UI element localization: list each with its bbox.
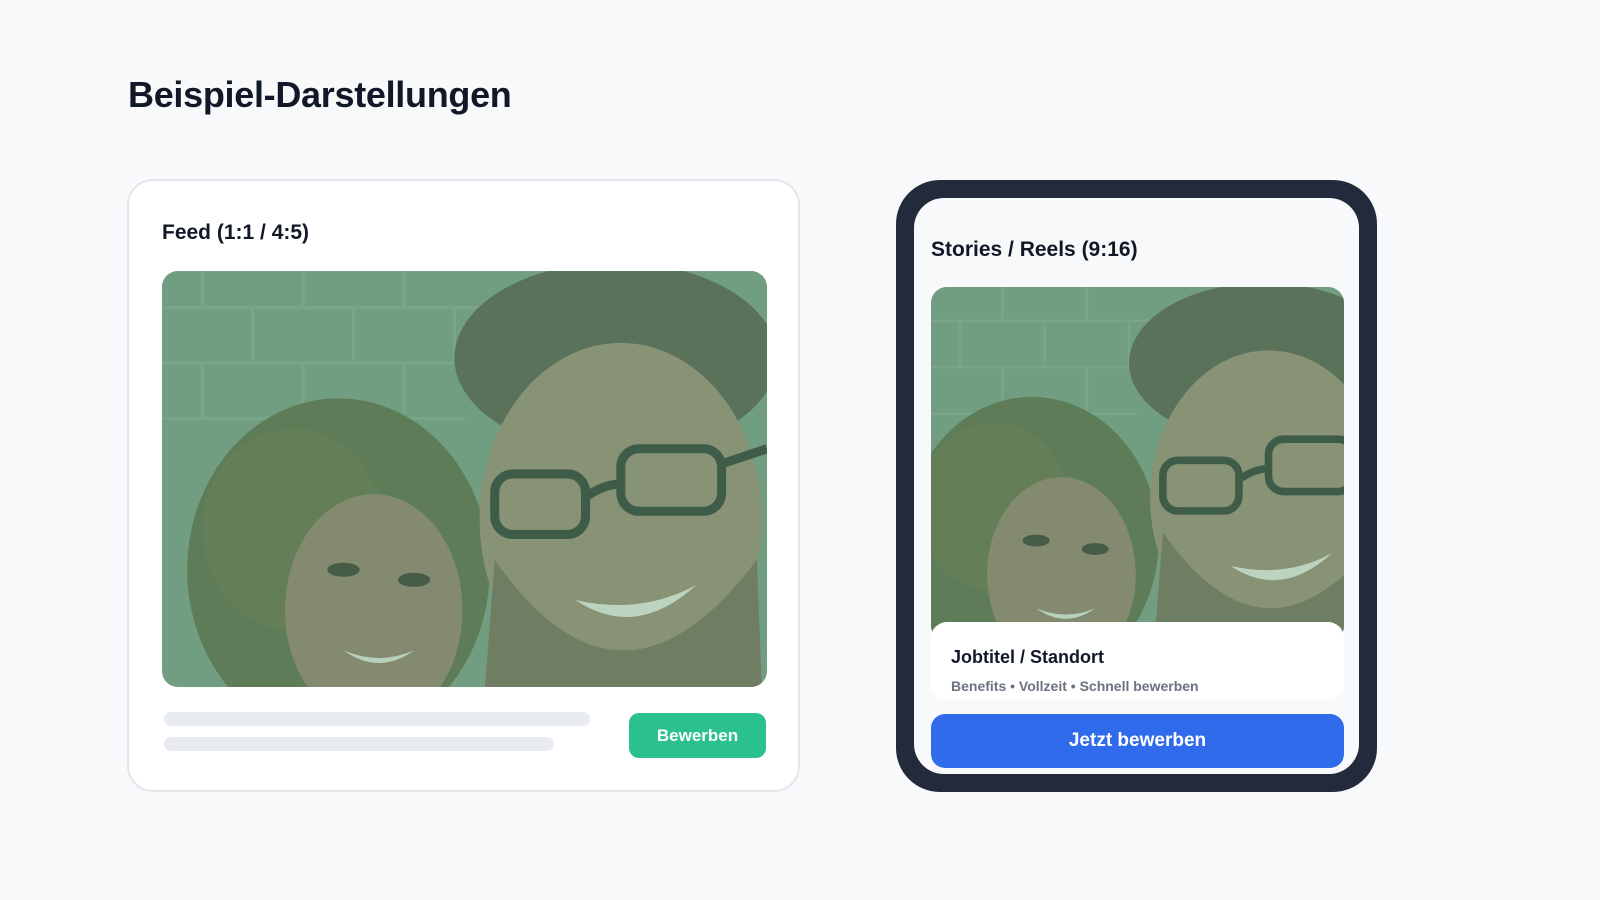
job-info-card: Jobtitel / Standort Benefits • Vollzeit … xyxy=(931,622,1344,700)
feed-preview-card: Feed (1:1 / 4:5) Bewerben xyxy=(127,179,800,792)
story-apply-button[interactable]: Jetzt bewerben xyxy=(931,714,1344,768)
story-card-title: Stories / Reels (9:16) xyxy=(931,238,1138,261)
job-title: Jobtitel / Standort xyxy=(951,647,1104,667)
story-ad-image xyxy=(931,287,1344,642)
story-phone-screen: Stories / Reels (9:16) Jobtitel / Stando… xyxy=(914,198,1359,774)
feed-card-title: Feed (1:1 / 4:5) xyxy=(162,221,310,244)
job-subtitle: Benefits • Vollzeit • Schnell bewerben xyxy=(951,678,1199,694)
story-phone-frame: Stories / Reels (9:16) Jobtitel / Stando… xyxy=(896,180,1377,792)
text-placeholder-line-1 xyxy=(164,712,590,726)
text-placeholder-line-2 xyxy=(164,737,554,751)
feed-apply-button[interactable]: Bewerben xyxy=(629,713,766,758)
feed-ad-image xyxy=(162,271,767,687)
page-title: Beispiel-Darstellungen xyxy=(128,74,512,115)
